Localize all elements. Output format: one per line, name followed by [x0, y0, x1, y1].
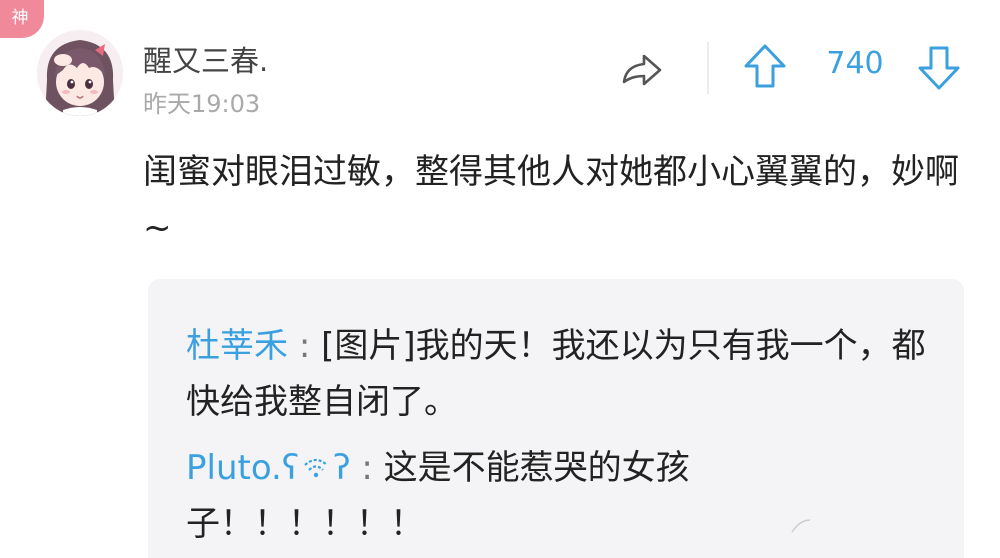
vote-count: 740: [826, 46, 884, 81]
timestamp: 昨天19:03: [143, 90, 261, 118]
list-item[interactable]: 杜莘禾 : [图片]我的天！我还以为只有我一个，都快给我整自闭了。: [186, 318, 926, 430]
reply-author-name: Pluto.ʕ: [186, 448, 300, 488]
list-item[interactable]: Pluto.ʕ ʔ : 这是不能惹哭的女孩子！！！！！！: [186, 440, 926, 552]
anime-girl-avatar-icon: [37, 30, 123, 116]
arrow-up-icon: [744, 44, 786, 88]
username[interactable]: 醒又三春.: [143, 38, 268, 80]
wifi-emoticon-icon: [304, 458, 328, 478]
downvote-button[interactable]: [916, 42, 962, 92]
reply-separator: :: [298, 326, 311, 366]
reply-text: [图片]我的天！我还以为只有我一个，都快给我整自闭了。: [186, 326, 926, 422]
action-divider: [707, 42, 709, 94]
badge-label: 神: [11, 8, 29, 28]
reply-author[interactable]: Pluto.ʕ ʔ: [186, 448, 351, 488]
reply-separator: :: [361, 448, 373, 488]
god-comment-badge: 神: [0, 0, 44, 38]
arrow-down-icon: [918, 46, 960, 90]
reply-author[interactable]: 杜莘禾: [186, 326, 288, 366]
reply-author-suffix: ʔ: [333, 448, 351, 488]
upvote-button[interactable]: [742, 42, 788, 92]
avatar[interactable]: [37, 30, 123, 116]
share-arrow-icon: [622, 54, 662, 86]
share-button[interactable]: [618, 46, 666, 94]
comment-text: 闺蜜对眼泪过敏，整得其他人对她都小心翼翼的，妙啊~: [143, 152, 959, 248]
corner-mark-icon: [791, 519, 811, 533]
comment-screen: 神 醒又三春. 昨天19:03 740 闺蜜对眼泪过敏，整得其他人对她都小心翼翼…: [0, 0, 1000, 558]
